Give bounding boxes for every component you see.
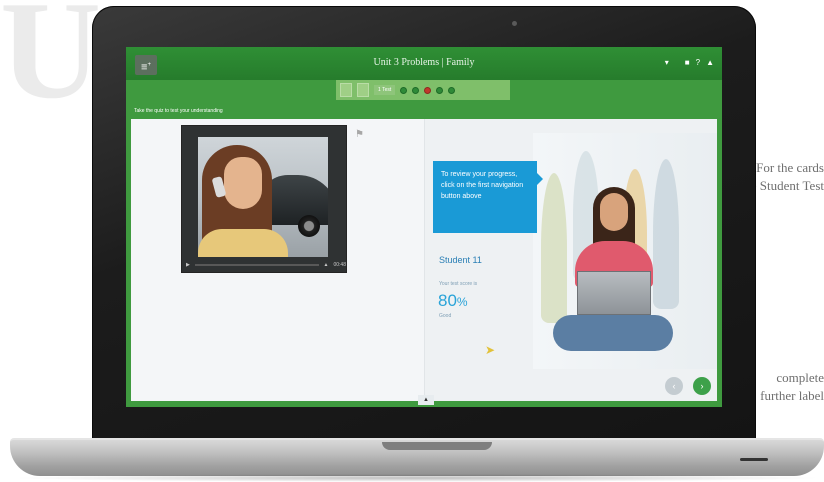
laptop-base — [10, 438, 824, 476]
laptop-prop — [577, 271, 651, 315]
laptop-shadow — [10, 474, 824, 482]
step-dot-incorrect[interactable] — [424, 86, 432, 94]
bookmark-flag-icon[interactable]: ⚑ — [355, 129, 364, 140]
woman-face — [224, 157, 262, 209]
score-value: 80% — [438, 291, 468, 311]
tooltip-text: To review your progress, click on the fi… — [441, 171, 524, 200]
background-student — [653, 159, 679, 309]
progress-strip: 1 Test — [336, 80, 510, 100]
step-1[interactable] — [340, 83, 352, 97]
chevron-down-icon[interactable]: ▾ — [665, 58, 669, 67]
instruction-text: Take the quiz to test your understanding — [134, 108, 223, 114]
student-legs — [553, 315, 673, 351]
current-step-label[interactable]: 1 Test — [374, 85, 396, 95]
previous-button[interactable]: ‹ — [665, 377, 683, 395]
content-area: ▶ ▲ 00:48 ⚑ To review your progress, cli… — [131, 119, 717, 401]
step-dot[interactable] — [436, 86, 444, 94]
tooltip-arrow — [537, 173, 543, 185]
next-button[interactable]: › — [693, 377, 711, 395]
students-photo — [533, 133, 717, 369]
background-text-line-3: complete — [776, 370, 824, 385]
score-unit: % — [456, 295, 468, 309]
title-toolbar: ▾ ■ ? ▲ — [665, 58, 714, 67]
upload-icon[interactable]: ▲ — [706, 58, 714, 67]
media-time: 00:48 — [333, 262, 346, 268]
student-name: Student 11 — [439, 255, 482, 265]
step-dot[interactable] — [400, 86, 408, 94]
score-label: Your test score is — [439, 281, 478, 287]
app-screen: ≡+ Unit 3 Problems | Family ▾ ■ ? ▲ 1 Te… — [126, 47, 722, 407]
volume-icon[interactable]: ▲ — [324, 262, 329, 268]
cursor-icon: ➤ — [485, 343, 496, 357]
tooltip: To review your progress, click on the fi… — [433, 161, 543, 233]
power-indicator — [740, 458, 768, 461]
app-title: Unit 3 Problems | Family — [373, 57, 475, 68]
step-dot[interactable] — [412, 86, 420, 94]
laptop-hinge — [382, 442, 492, 450]
step-dot[interactable] — [448, 86, 456, 94]
title-bar: ≡+ Unit 3 Problems | Family ▾ ■ ? ▲ — [126, 47, 722, 80]
results-pane: To review your progress, click on the fi… — [425, 119, 717, 401]
help-icon[interactable]: ? — [696, 58, 700, 67]
woman-clothing — [198, 229, 288, 257]
play-icon[interactable]: ▶ — [186, 262, 190, 268]
video-thumbnail — [198, 137, 328, 257]
stop-icon[interactable]: ■ — [685, 58, 690, 67]
background-student — [541, 173, 567, 323]
media-controls: ▶ ▲ 00:48 — [186, 260, 346, 270]
seek-bar[interactable] — [194, 264, 319, 266]
step-2[interactable] — [357, 83, 369, 97]
video-player[interactable]: ▶ ▲ 00:48 — [181, 125, 347, 273]
background-text-line-4: further label — [760, 388, 824, 403]
score-number: 80 — [438, 291, 457, 310]
webcam-icon — [512, 21, 517, 26]
car-wheel — [298, 215, 320, 237]
student-face — [600, 193, 628, 231]
collapse-handle[interactable]: ▲ — [418, 395, 434, 405]
score-caption: Good — [439, 313, 452, 319]
